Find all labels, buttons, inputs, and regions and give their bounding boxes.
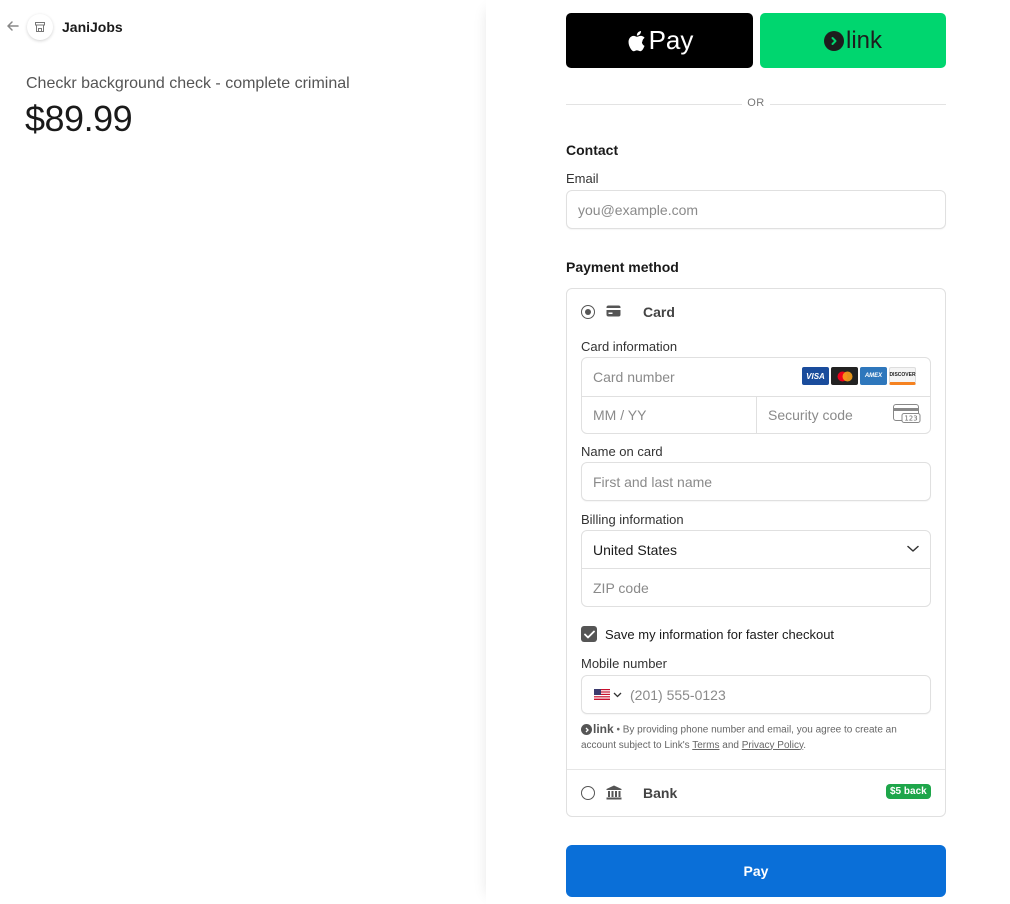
product-name: Checkr background check - complete crimi…: [26, 75, 350, 92]
link-arrow-icon: [581, 724, 592, 735]
bank-cashback-badge: $5 back: [886, 784, 931, 799]
link-pay-label: link: [845, 26, 882, 54]
chevron-down-icon: [613, 692, 622, 697]
checkmark-icon: [583, 630, 595, 638]
country-value: United States: [593, 542, 678, 558]
card-icon: [606, 305, 621, 317]
apple-pay-label: Pay: [648, 25, 694, 55]
apple-icon: [626, 29, 646, 53]
email-label: Email: [566, 171, 599, 186]
mobile-field[interactable]: (201) 555-0123: [581, 675, 931, 714]
card-info-label: Card information: [581, 339, 678, 354]
card-brands: VISA AMEX DISCOVER: [802, 367, 916, 385]
store-icon: [35, 22, 45, 32]
email-placeholder: you@example.com: [578, 201, 699, 218]
card-group-divider: [756, 396, 757, 434]
pay-button-label: Pay: [743, 863, 769, 879]
pay-button[interactable]: Pay: [566, 845, 946, 897]
cvc-field[interactable]: Security code: [768, 407, 853, 423]
expiry-field[interactable]: MM / YY: [593, 407, 646, 423]
payment-method-title: Payment method: [566, 259, 679, 275]
save-info-checkbox[interactable]: [581, 626, 597, 642]
price: $89.99: [25, 98, 133, 139]
card-radio[interactable]: [581, 305, 595, 319]
billing-group-divider: [582, 568, 930, 569]
merchant-name: JaniJobs: [62, 19, 123, 35]
svg-text:123: 123: [904, 415, 917, 423]
mobile-placeholder: (201) 555-0123: [630, 686, 726, 703]
name-placeholder: First and last name: [593, 473, 713, 490]
zip-field[interactable]: ZIP code: [593, 580, 649, 596]
privacy-policy-link[interactable]: Privacy Policy: [742, 740, 804, 751]
amex-icon: AMEX: [860, 367, 887, 385]
billing-info-label: Billing information: [581, 512, 684, 527]
card-option-label[interactable]: Card: [643, 304, 675, 320]
email-field[interactable]: you@example.com: [566, 190, 946, 229]
link-pay-button[interactable]: link: [760, 13, 946, 68]
legal-end: .: [803, 739, 807, 751]
mobile-label: Mobile number: [581, 656, 667, 671]
mastercard-icon: [831, 367, 858, 385]
name-on-card-label: Name on card: [581, 444, 663, 459]
cvc-card-icon: 123: [893, 404, 921, 429]
name-on-card-field[interactable]: First and last name: [581, 462, 931, 501]
link-legal-text: link • By providing phone number and ema…: [581, 722, 931, 753]
discover-icon: DISCOVER: [889, 367, 916, 385]
billing-group: United States ZIP code: [581, 530, 931, 607]
merchant-logo[interactable]: [27, 14, 53, 40]
bank-icon: [606, 785, 622, 800]
link-logo: link: [581, 722, 614, 737]
bank-radio[interactable]: [581, 786, 595, 800]
apple-pay-button[interactable]: Pay: [566, 13, 753, 68]
or-label: OR: [742, 97, 770, 109]
terms-link[interactable]: Terms: [692, 740, 719, 751]
order-summary-panel: JaniJobs Checkr background check - compl…: [0, 0, 486, 904]
payment-option-divider: [567, 769, 945, 770]
link-arrow-icon: [823, 30, 844, 51]
chevron-down-icon: [907, 545, 919, 552]
contact-title: Contact: [566, 142, 619, 158]
visa-icon: VISA: [802, 367, 829, 385]
checkout-panel: Pay link OR Contact Email you@example.co…: [486, 0, 1010, 904]
card-number-field[interactable]: Card number: [593, 369, 675, 385]
legal-and: and: [719, 739, 742, 751]
country-select[interactable]: United States: [582, 531, 930, 568]
card-info-group: Card number VISA AMEX DISCOVER MM / YY S…: [581, 357, 931, 434]
us-flag-icon: [594, 689, 610, 700]
save-info-label[interactable]: Save my information for faster checkout: [605, 627, 834, 642]
country-code-select[interactable]: [594, 689, 622, 700]
bank-option-label[interactable]: Bank: [643, 785, 677, 801]
back-arrow-icon[interactable]: [5, 18, 21, 34]
